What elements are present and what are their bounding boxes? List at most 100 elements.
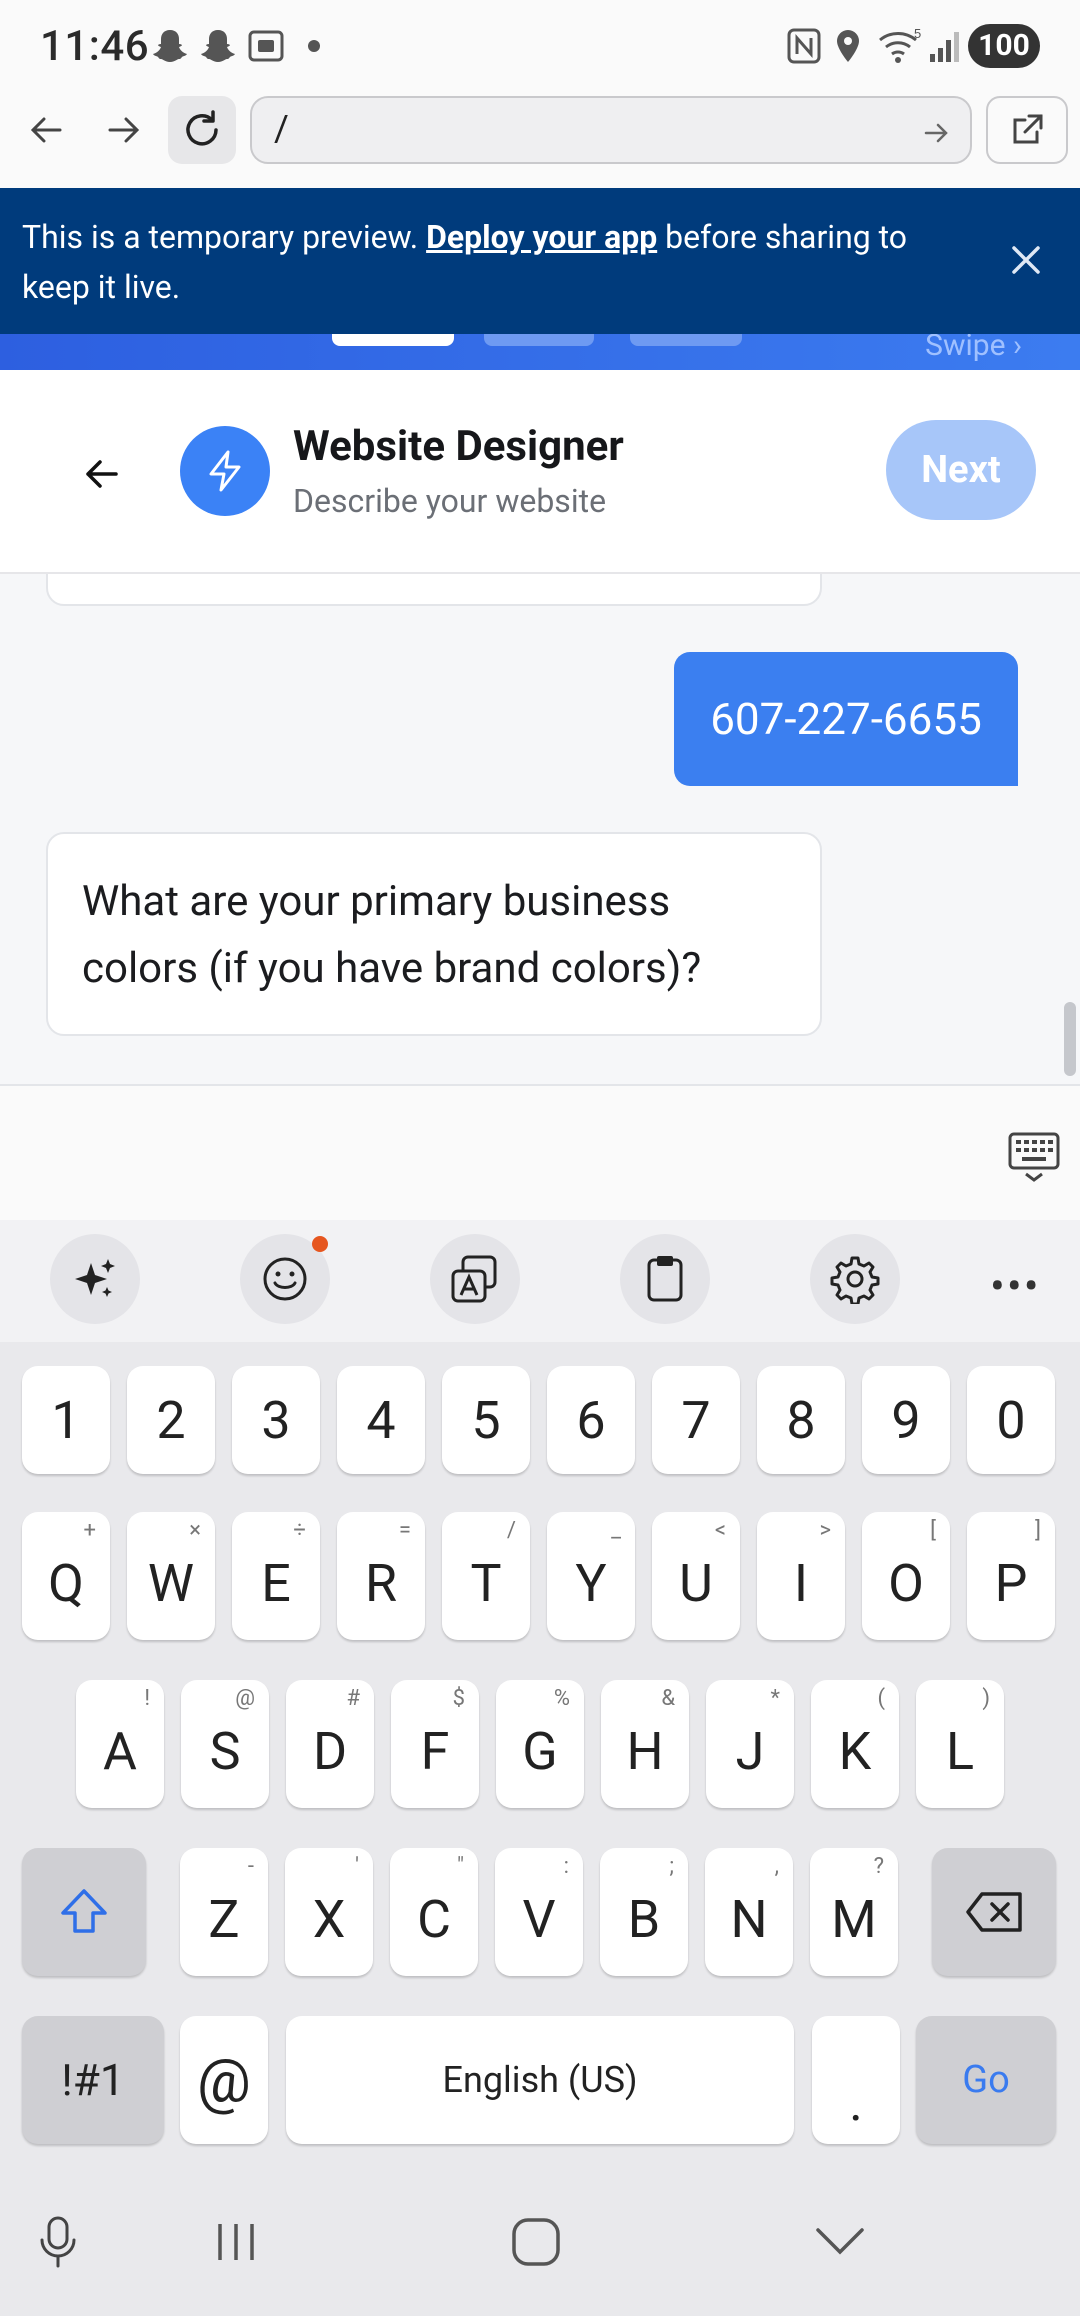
period-key[interactable]: . (812, 2016, 900, 2144)
key-u[interactable]: < U (652, 1512, 740, 1640)
key-4[interactable]: 4 (337, 1366, 425, 1474)
key-label: V (522, 1888, 556, 1950)
snapchat-icon (201, 30, 235, 62)
browser-forward-button[interactable] (86, 92, 162, 168)
key-z[interactable]: -Z (180, 1848, 268, 1976)
close-icon[interactable] (1006, 240, 1046, 280)
key-alt-label: > (819, 1518, 831, 1543)
key-5[interactable]: 5 (442, 1366, 530, 1474)
arrow-left-icon (30, 117, 62, 143)
key-label: E (261, 1552, 291, 1614)
deploy-app-link[interactable]: Deploy your app (426, 218, 657, 256)
key-label: T (470, 1552, 502, 1614)
key-i[interactable]: > I (757, 1512, 845, 1640)
url-bar[interactable]: / (250, 96, 972, 164)
key-p[interactable]: ] P (967, 1512, 1055, 1640)
key-label: F (420, 1720, 450, 1782)
key-a[interactable]: ! A (76, 1680, 164, 1808)
key-label: B (627, 1888, 661, 1950)
key-label: J (735, 1720, 765, 1782)
scrollbar-thumb[interactable] (1064, 1002, 1076, 1076)
user-message: 607-227-6655 (674, 652, 1018, 786)
clipboard-button[interactable] (620, 1234, 710, 1324)
wifi-icon: 5 (879, 26, 921, 63)
message-input-area[interactable] (0, 1084, 1080, 1220)
key-alt-label: " (456, 1854, 464, 1879)
more-options-button[interactable]: ••• (990, 1260, 1041, 1312)
key-s[interactable]: @ S (181, 1680, 269, 1808)
symbols-key[interactable]: !#1 (22, 2016, 164, 2144)
key-e[interactable]: ÷ E (232, 1512, 320, 1640)
key-8[interactable]: 8 (757, 1366, 845, 1474)
back-arrow-icon[interactable] (80, 452, 124, 496)
translate-button[interactable] (430, 1234, 520, 1324)
space-key[interactable]: English (US) (286, 2016, 794, 2144)
key-k[interactable]: (K (811, 1680, 899, 1808)
ai-tools-button[interactable] (50, 1234, 140, 1324)
key-label: A (103, 1720, 137, 1782)
key-label: Q (48, 1552, 84, 1614)
home-icon[interactable] (510, 2216, 562, 2268)
key-alt-label: $ (452, 1686, 465, 1711)
reload-button[interactable] (168, 96, 236, 164)
keyboard-settings-button[interactable] (810, 1234, 900, 1324)
key-alt-label: : (563, 1854, 569, 1879)
key-2[interactable]: 2 (127, 1366, 215, 1474)
arrow-right-icon (108, 117, 140, 143)
key-alt-label: = (398, 1518, 411, 1543)
key-c[interactable]: " C (390, 1848, 478, 1976)
browser-back-button[interactable] (8, 92, 84, 168)
key-y[interactable]: _ Y (547, 1512, 635, 1640)
navigation-bar (0, 2164, 1080, 2316)
key-f[interactable]: $ F (391, 1680, 479, 1808)
key-h[interactable]: & H (601, 1680, 689, 1808)
key-o[interactable]: [O (862, 1512, 950, 1640)
key-q[interactable]: + Q (22, 1512, 110, 1640)
recent-apps-icon[interactable] (212, 2220, 260, 2264)
open-external-button[interactable] (986, 96, 1068, 164)
key-b[interactable]: ; B (600, 1848, 688, 1976)
key-6[interactable]: 6 (547, 1366, 635, 1474)
next-button[interactable]: Next (886, 420, 1036, 520)
key-3[interactable]: 3 (232, 1366, 320, 1474)
go-key[interactable]: Go (916, 2016, 1056, 2144)
key-g[interactable]: % G (496, 1680, 584, 1808)
backspace-key[interactable] (932, 1848, 1056, 1976)
key-j[interactable]: * J (706, 1680, 794, 1808)
key-label: 9 (891, 1389, 921, 1451)
key-label: S (209, 1720, 241, 1782)
key-label: 0 (996, 1389, 1026, 1451)
key-label: X (312, 1888, 346, 1950)
tab-indicator (484, 334, 594, 346)
tab-indicator-strip: Swipe › (0, 334, 1080, 370)
key-label: K (838, 1720, 872, 1782)
key-7[interactable]: 7 (652, 1366, 740, 1474)
at-key[interactable]: @ (180, 2016, 268, 2144)
chevron-down-icon[interactable] (814, 2224, 866, 2260)
key-label: G (522, 1720, 558, 1782)
key-x[interactable]: ' X (285, 1848, 373, 1976)
bot-message-previous (46, 574, 822, 606)
key-1[interactable]: 1 (22, 1366, 110, 1474)
key-alt-label: ? (873, 1854, 884, 1879)
key-n[interactable]: ,N (705, 1848, 793, 1976)
microphone-icon[interactable] (36, 2214, 80, 2270)
key-d[interactable]: # D (286, 1680, 374, 1808)
key-alt-label: ' (355, 1854, 359, 1879)
banner-text: This is a temporary preview. Deploy your… (22, 218, 908, 306)
key-0[interactable]: 0 (967, 1366, 1055, 1474)
app-avatar (180, 426, 270, 516)
key-v[interactable]: :V (495, 1848, 583, 1976)
key-label: 1 (51, 1389, 81, 1451)
key-r[interactable]: = R (337, 1512, 425, 1640)
go-arrow-icon[interactable] (922, 118, 952, 148)
keyboard-toggle-icon[interactable] (1006, 1128, 1062, 1184)
shift-key[interactable] (22, 1848, 146, 1976)
key-m[interactable]: ? M (810, 1848, 898, 1976)
chat-header: Website Designer Describe your website N… (0, 370, 1080, 574)
key-l[interactable]: ) L (916, 1680, 1004, 1808)
key-t[interactable]: / T (442, 1512, 530, 1640)
key-9[interactable]: 9 (862, 1366, 950, 1474)
key-w[interactable]: × W (127, 1512, 215, 1640)
battery-indicator: 100 (968, 24, 1040, 68)
